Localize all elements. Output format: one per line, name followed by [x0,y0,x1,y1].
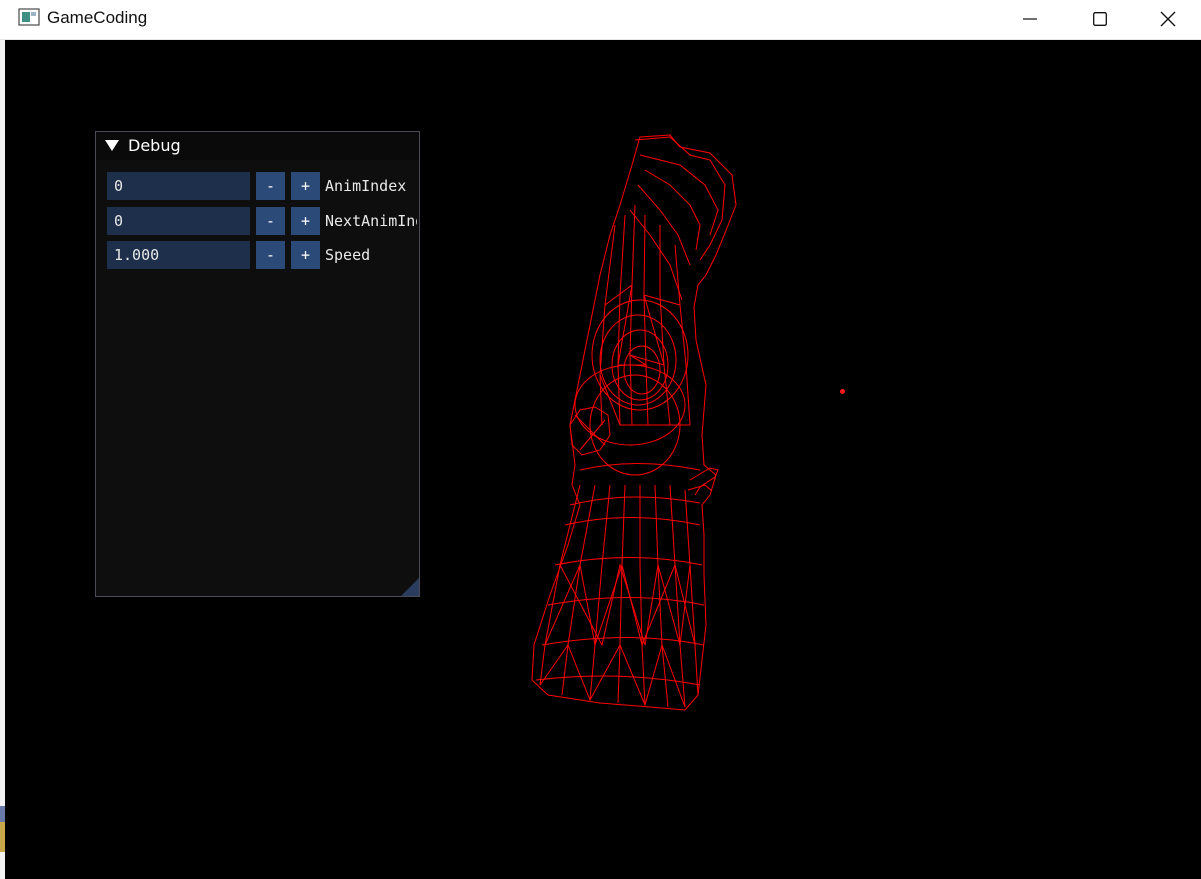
wireframe-model[interactable] [520,125,750,720]
maximize-button[interactable] [1067,0,1133,38]
next-anim-index-label: NextAnimIndex [325,212,417,230]
app-window-icon [18,8,40,26]
game-window: GameCoding Debug 0 - + AnimIndex 0 - + N… [0,0,1201,879]
maximize-icon [1093,12,1107,26]
minimize-button[interactable] [997,0,1063,38]
anim-index-decrement-button[interactable]: - [256,172,285,200]
triangle-down-icon[interactable] [105,140,119,151]
speed-input[interactable]: 1.000 [107,241,250,269]
speed-decrement-button[interactable]: - [256,241,285,269]
debug-panel-title: Debug [128,136,181,155]
next-anim-index-input[interactable]: 0 [107,207,250,235]
next-anim-index-decrement-button[interactable]: - [256,207,285,235]
anim-index-row: 0 - + AnimIndex [107,172,419,200]
anim-index-input[interactable]: 0 [107,172,250,200]
window-title: GameCoding [47,8,148,27]
close-icon [1160,11,1176,27]
debug-panel[interactable]: Debug 0 - + AnimIndex 0 - + NextAnimInde… [95,131,420,597]
speed-row: 1.000 - + Speed [107,241,419,269]
speed-increment-button[interactable]: + [291,241,320,269]
debug-panel-titlebar[interactable]: Debug [96,132,419,160]
title-bar[interactable]: GameCoding [0,0,1201,40]
resize-grip[interactable] [401,578,419,596]
anim-index-increment-button[interactable]: + [291,172,320,200]
next-anim-index-increment-button[interactable]: + [291,207,320,235]
next-anim-index-row: 0 - + NextAnimIndex [107,207,419,235]
scene-point-marker [840,389,845,394]
close-button[interactable] [1135,0,1201,38]
anim-index-label: AnimIndex [325,177,407,195]
minimize-icon [1023,18,1037,20]
speed-label: Speed [325,246,371,264]
